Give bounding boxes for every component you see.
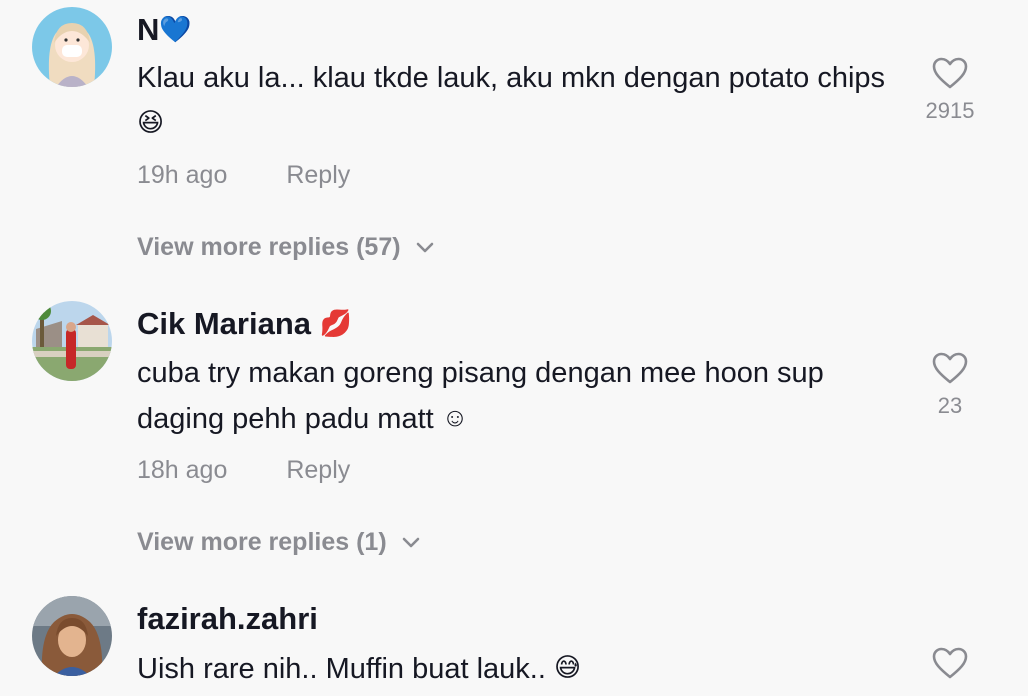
like-count: 2915 <box>925 98 975 123</box>
comment-text-body: cuba try makan goreng pisang dengan mee … <box>137 357 824 435</box>
avatar[interactable] <box>32 301 112 381</box>
heart-outline-icon <box>932 57 968 89</box>
username-emoji: 💋 <box>319 308 353 338</box>
reply-button[interactable]: Reply <box>286 456 350 484</box>
comment-emoji: 😅 <box>553 652 582 682</box>
like-button[interactable]: 2915 <box>900 56 1000 124</box>
comment-text: Klau aku la... klau tkde lauk, aku mkn d… <box>137 56 907 146</box>
username[interactable]: N💙 <box>137 12 192 48</box>
avatar[interactable] <box>32 7 112 87</box>
comment-meta: 18h ago Reply <box>137 456 350 485</box>
timestamp: 18h ago <box>137 456 228 484</box>
view-more-label: View more replies (57) <box>137 233 401 261</box>
like-button[interactable] <box>900 646 1000 680</box>
comment-text: Uish rare nih.. Muffin buat lauk.. 😅 <box>137 645 907 691</box>
reply-button[interactable]: Reply <box>286 161 350 189</box>
username[interactable]: fazirah.zahri <box>137 601 318 637</box>
comment-emoji: 😆 <box>137 107 165 137</box>
username[interactable]: Cik Mariana 💋 <box>137 306 352 342</box>
username-text: N <box>137 12 160 47</box>
comment-meta: 19h ago Reply <box>137 161 350 190</box>
username-text: fazirah.zahri <box>137 601 318 636</box>
username-text: Cik Mariana <box>137 306 312 341</box>
like-button[interactable]: 23 <box>900 351 1000 419</box>
chevron-down-icon <box>401 528 421 557</box>
heart-outline-icon <box>932 647 968 679</box>
comment-text: cuba try makan goreng pisang dengan mee … <box>137 351 907 441</box>
avatar[interactable] <box>32 596 112 676</box>
username-emoji: 💙 <box>159 14 192 44</box>
like-count: 23 <box>937 393 963 418</box>
comment-emoji: ☺ <box>441 402 469 432</box>
heart-outline-icon <box>932 352 968 384</box>
chevron-down-icon <box>415 233 435 262</box>
view-more-replies[interactable]: View more replies (1) <box>137 528 421 557</box>
comment-text-body: Klau aku la... klau tkde lauk, aku mkn d… <box>137 62 886 94</box>
comment-text-body: Uish rare nih.. Muffin buat lauk.. <box>137 653 546 685</box>
view-more-label: View more replies (1) <box>137 528 387 556</box>
timestamp: 19h ago <box>137 161 228 189</box>
view-more-replies[interactable]: View more replies (57) <box>137 233 435 262</box>
